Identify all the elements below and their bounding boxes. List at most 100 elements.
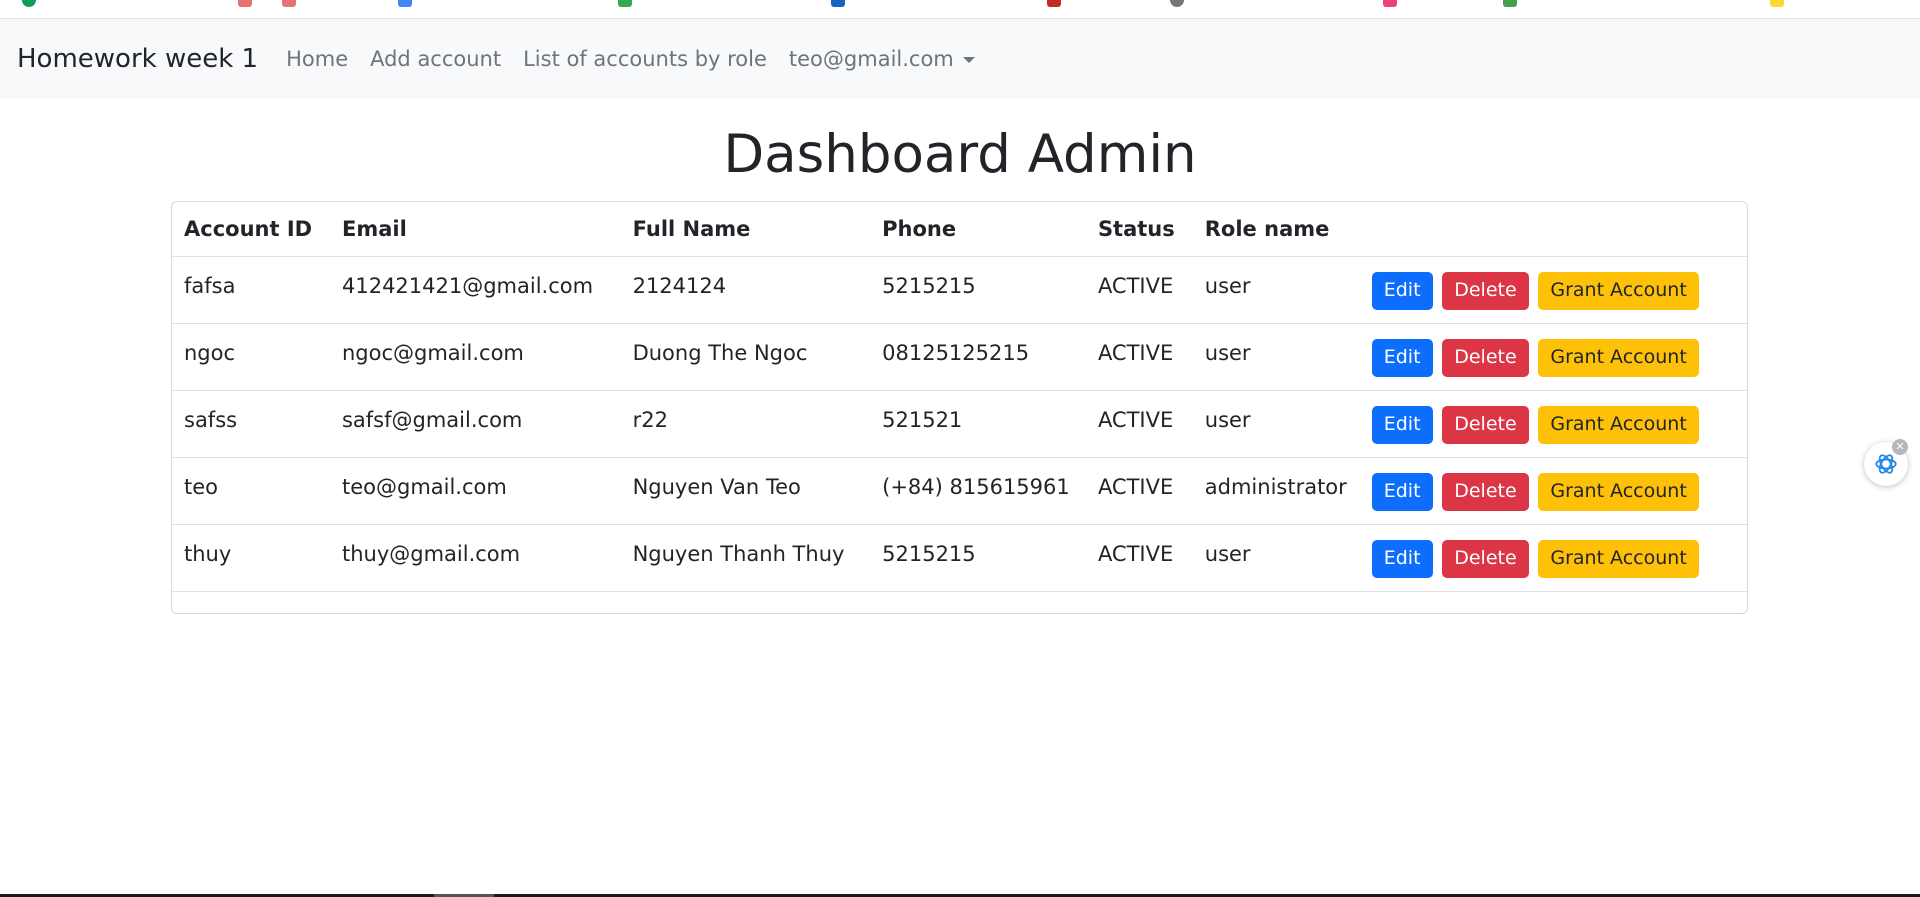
bookmark-icon[interactable] — [1047, 0, 1061, 7]
cell-phone: 521521 — [870, 390, 1086, 458]
cell-email: thuy@gmail.com — [329, 524, 621, 591]
table-row: ngoc ngoc@gmail.com Duong The Ngoc 08125… — [172, 323, 1747, 391]
cell-text: ACTIVE — [1097, 341, 1174, 365]
cell-text: Nguyen Thanh Thuy — [632, 542, 845, 566]
cell-text: ngoc — [184, 341, 236, 365]
delete-button[interactable]: Delete — [1442, 406, 1529, 444]
edit-button[interactable]: Edit — [1371, 272, 1433, 310]
table-header-row: Account ID Email Full Name Phone Status … — [172, 202, 1747, 257]
bookmark-icon[interactable] — [1503, 0, 1517, 7]
cell-account-id: fafsa — [172, 256, 330, 324]
cell-text: 521521 — [882, 408, 963, 432]
column-header-phone: Phone — [882, 217, 957, 241]
grant-account-button[interactable]: Grant Account — [1538, 406, 1699, 444]
table-bottom-divider — [172, 591, 1747, 592]
bookmark-icon[interactable] — [238, 0, 252, 7]
edit-button[interactable]: Edit — [1371, 540, 1433, 578]
cell-text: 5215215 — [882, 542, 976, 566]
cell-text: administrator — [1204, 475, 1347, 499]
cell-actions: Edit Delete Grant Account — [1359, 457, 1747, 525]
cell-text: user — [1204, 274, 1251, 298]
navbar: Homework week 1 Home Add account List of… — [0, 19, 1920, 99]
bookmark-icon[interactable] — [282, 0, 296, 7]
cell-text: 5215215 — [882, 274, 976, 298]
cell-text: ACTIVE — [1097, 542, 1174, 566]
cell-role-name: user — [1192, 524, 1360, 591]
cell-account-id: thuy — [172, 524, 330, 591]
grant-account-button[interactable]: Grant Account — [1538, 540, 1699, 578]
delete-button[interactable]: Delete — [1442, 272, 1529, 310]
cell-full-name: 2124124 — [620, 256, 871, 324]
column-header-email: Email — [341, 217, 407, 241]
cell-text: safsf@gmail.com — [341, 408, 523, 432]
grant-account-button[interactable]: Grant Account — [1538, 473, 1699, 511]
nav-link-accounts-by-role[interactable]: List of accounts by role — [523, 47, 767, 71]
cell-text: ngoc@gmail.com — [341, 341, 524, 365]
bookmark-icon[interactable] — [831, 0, 845, 7]
bookmarks-bar — [0, 0, 1920, 19]
cell-phone: 5215215 — [870, 524, 1086, 591]
cell-full-name: r22 — [620, 390, 871, 458]
column-header-status: Status — [1097, 217, 1175, 241]
bookmark-icon[interactable] — [398, 0, 412, 7]
bookmark-icon[interactable] — [1170, 0, 1184, 7]
cell-text: 08125125215 — [882, 341, 1030, 365]
cell-account-id: ngoc — [172, 323, 330, 391]
cell-email: teo@gmail.com — [329, 457, 621, 525]
table-row: fafsa 412421421@gmail.com 2124124 521521… — [172, 256, 1747, 324]
cell-role-name: user — [1192, 256, 1360, 324]
cell-phone: (+84) 815615961 — [870, 457, 1086, 525]
cell-phone: 08125125215 — [870, 323, 1086, 391]
cell-account-id: safss — [172, 390, 330, 458]
cell-text: fafsa — [184, 274, 236, 298]
nav-link-home[interactable]: Home — [286, 47, 348, 71]
cell-text: user — [1204, 341, 1251, 365]
cell-text: user — [1204, 542, 1251, 566]
bookmark-icon[interactable] — [22, 0, 36, 7]
nav-link-add-account[interactable]: Add account — [370, 47, 501, 71]
edit-button[interactable]: Edit — [1371, 339, 1433, 377]
bookmark-icon[interactable] — [1383, 0, 1397, 7]
close-icon[interactable]: ✕ — [1892, 439, 1908, 455]
cell-full-name: Nguyen Thanh Thuy — [620, 524, 871, 591]
column-header-role-name: Role name — [1192, 202, 1360, 257]
cell-full-name: Duong The Ngoc — [620, 323, 871, 391]
cell-text: ACTIVE — [1097, 408, 1174, 432]
accounts-table-container: Account ID Email Full Name Phone Status … — [171, 201, 1748, 614]
bookmark-icon[interactable] — [1770, 0, 1784, 7]
navbar-brand[interactable]: Homework week 1 — [17, 44, 258, 74]
chatgpt-icon — [1875, 454, 1897, 474]
cell-actions: Edit Delete Grant Account — [1359, 524, 1747, 591]
cell-text: ACTIVE — [1097, 475, 1174, 499]
delete-button[interactable]: Delete — [1442, 339, 1529, 377]
cell-actions: Edit Delete Grant Account — [1359, 256, 1747, 324]
edit-button[interactable]: Edit — [1371, 406, 1433, 444]
table-row: thuy thuy@gmail.com Nguyen Thanh Thuy 52… — [172, 524, 1747, 591]
cell-status: ACTIVE — [1085, 323, 1193, 391]
cell-text: 412421421@gmail.com — [341, 274, 594, 298]
user-email: teo@gmail.com — [788, 47, 954, 71]
cell-actions: Edit Delete Grant Account — [1359, 390, 1747, 458]
cell-phone: 5215215 — [870, 256, 1086, 324]
cell-status: ACTIVE — [1085, 524, 1193, 591]
column-header-actions — [1360, 202, 1747, 257]
cell-text: 2124124 — [632, 274, 727, 298]
accounts-table: Account ID Email Full Name Phone Status … — [172, 202, 1747, 591]
user-dropdown[interactable]: teo@gmail.com — [789, 47, 975, 71]
grant-account-button[interactable]: Grant Account — [1538, 272, 1699, 310]
cell-text: thuy@gmail.com — [341, 542, 521, 566]
nav-links: Home Add account List of accounts by rol… — [275, 47, 986, 71]
table-row: teo teo@gmail.com Nguyen Van Teo (+84) 8… — [172, 457, 1747, 525]
delete-button[interactable]: Delete — [1442, 473, 1529, 511]
cell-text: teo — [184, 475, 219, 499]
bookmark-icon[interactable] — [618, 0, 632, 7]
cell-text: Nguyen Van Teo — [632, 475, 801, 499]
edit-button[interactable]: Edit — [1371, 473, 1433, 511]
cell-role-name: administrator — [1192, 457, 1360, 525]
cell-text: teo@gmail.com — [341, 475, 507, 499]
cell-text: safss — [184, 408, 238, 432]
delete-button[interactable]: Delete — [1442, 540, 1529, 578]
cell-email: safsf@gmail.com — [329, 390, 621, 458]
grant-account-button[interactable]: Grant Account — [1538, 339, 1699, 377]
cell-account-id: teo — [172, 457, 330, 525]
